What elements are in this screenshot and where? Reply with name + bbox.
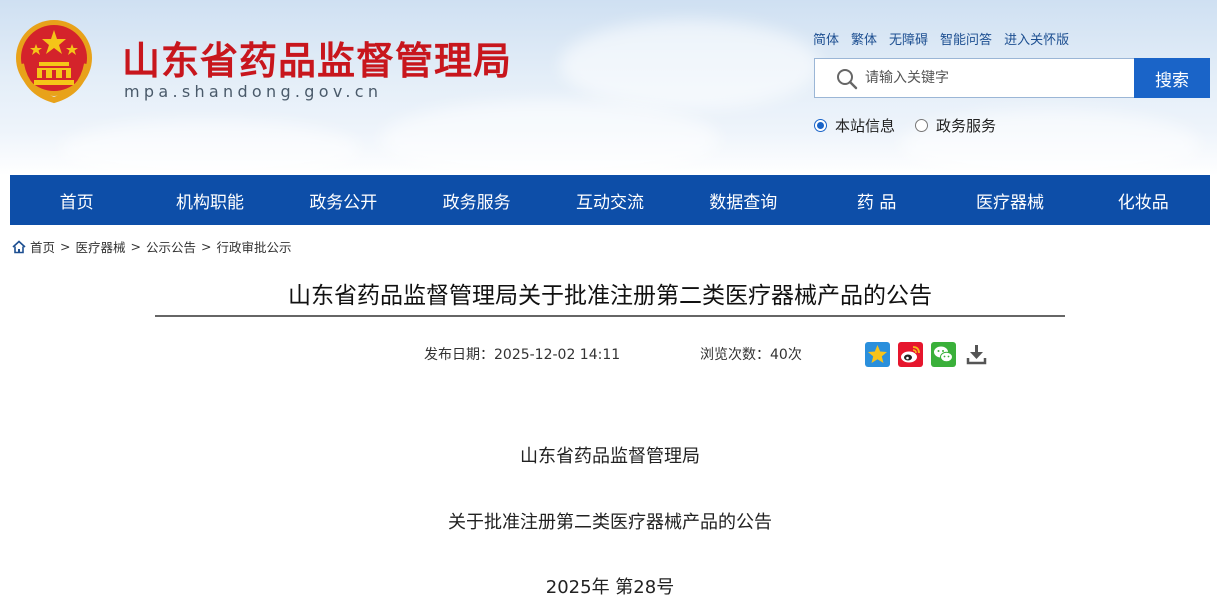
site-title[interactable]: 山东省药品监督管理局 [122, 30, 512, 85]
top-links: 简体 繁体 无障碍 智能问答 进入关怀版 [813, 29, 1069, 48]
nav-item-medical-devices[interactable]: 医疗器械 [943, 175, 1076, 225]
breadcrumb-home[interactable]: 首页 [30, 237, 55, 256]
search-button[interactable]: 搜索 [1134, 58, 1210, 98]
breadcrumb-separator: > [201, 239, 212, 254]
breadcrumb-announcements[interactable]: 公示公告 [146, 237, 196, 256]
main-nav: 首页 机构职能 政务公开 政务服务 互动交流 数据查询 药 品 医疗器械 化妆品 [10, 175, 1210, 225]
nav-item-gov-services[interactable]: 政务服务 [410, 175, 543, 225]
top-link-traditional[interactable]: 繁体 [851, 29, 877, 48]
nav-item-functions[interactable]: 机构职能 [143, 175, 276, 225]
article-number: 2025年 第28号 [545, 577, 675, 598]
download-icon[interactable] [964, 342, 989, 367]
cloud-decoration [380, 100, 720, 175]
favorite-star-icon[interactable] [865, 342, 890, 367]
nav-item-home[interactable]: 首页 [10, 175, 143, 225]
top-link-elder-mode[interactable]: 进入关怀版 [1004, 29, 1069, 48]
site-domain: mpa.shandong.gov.cn [124, 82, 383, 101]
breadcrumb-separator: > [60, 239, 71, 254]
cloud-decoration [560, 20, 820, 110]
view-count: 浏览次数：40次 [700, 347, 802, 363]
scope-site-info[interactable]: 本站信息 [814, 115, 895, 136]
scope-site-info-label: 本站信息 [835, 117, 896, 135]
article-title: 山东省药品监督管理局关于批准注册第二类医疗器械产品的公告 [288, 283, 932, 309]
top-link-smart-qa[interactable]: 智能问答 [940, 29, 992, 48]
search-input[interactable] [865, 59, 1125, 97]
scope-gov-service-radio[interactable] [915, 119, 929, 132]
scope-gov-service[interactable]: 政务服务 [915, 115, 996, 136]
breadcrumb-separator: > [130, 239, 141, 254]
nav-item-gov-affairs[interactable]: 政务公开 [277, 175, 410, 225]
cloud-decoration [60, 120, 360, 175]
nav-item-cosmetics[interactable]: 化妆品 [1077, 175, 1210, 225]
search-scope: 本站信息 政务服务 [814, 115, 996, 136]
nav-item-data-query[interactable]: 数据查询 [677, 175, 810, 225]
scope-gov-service-label: 政务服务 [936, 117, 997, 135]
national-emblem-icon[interactable] [12, 18, 96, 104]
weibo-icon[interactable] [898, 342, 923, 367]
publish-date: 发布日期：2025-12-02 14:11 [424, 347, 621, 363]
wechat-icon[interactable] [931, 342, 956, 367]
article-issuer: 山东省药品监督管理局 [520, 446, 700, 467]
nav-item-interaction[interactable]: 互动交流 [543, 175, 676, 225]
nav-item-drugs[interactable]: 药 品 [810, 175, 943, 225]
breadcrumb: 首页 > 医疗器械 > 公示公告 > 行政审批公示 [12, 237, 292, 256]
breadcrumb-admin-approval[interactable]: 行政审批公示 [217, 237, 292, 256]
home-icon [12, 239, 26, 253]
title-divider [155, 315, 1065, 317]
search-icon [837, 69, 858, 90]
top-link-accessibility[interactable]: 无障碍 [889, 29, 928, 48]
share-toolbar [865, 342, 989, 367]
article-subject: 关于批准注册第二类医疗器械产品的公告 [448, 512, 772, 533]
top-link-simplified[interactable]: 简体 [813, 29, 839, 48]
search-box [814, 58, 1134, 98]
breadcrumb-medical-devices[interactable]: 医疗器械 [76, 237, 126, 256]
scope-site-info-radio[interactable] [814, 119, 827, 132]
